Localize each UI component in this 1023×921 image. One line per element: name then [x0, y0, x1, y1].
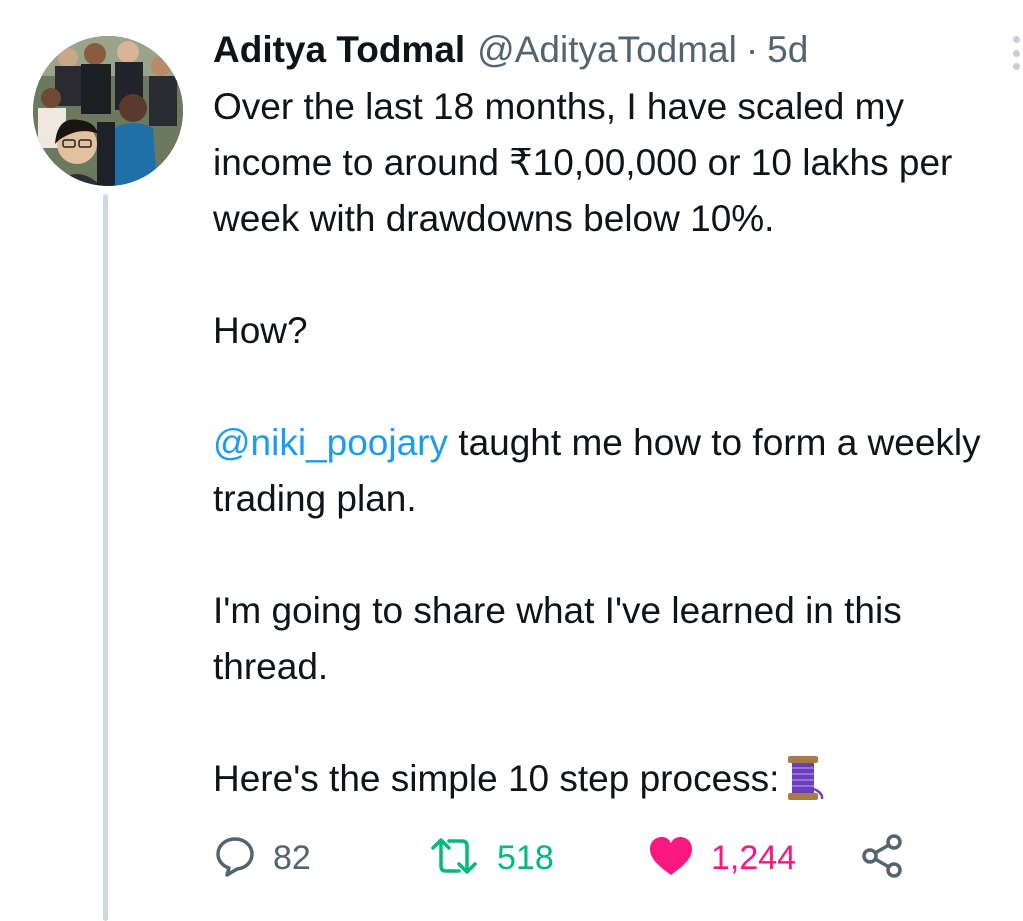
- author-name[interactable]: Aditya Todmal: [213, 24, 465, 76]
- tweet-actions: 82 518 1,244: [213, 828, 1013, 888]
- mention-link[interactable]: @niki_poojary: [213, 422, 448, 463]
- like-count: 1,244: [711, 838, 797, 877]
- reply-button[interactable]: 82: [213, 828, 311, 888]
- author-handle[interactable]: @AdityaTodmal: [477, 24, 737, 76]
- reply-icon: [213, 834, 257, 883]
- tweet-paragraph: How?: [213, 310, 308, 351]
- tweet-paragraph: Here's the simple 10 step process:: [213, 751, 1021, 817]
- tweet-text: Over the last 18 months, I have scaled m…: [213, 79, 1021, 817]
- retweet-button[interactable]: 518: [427, 828, 554, 888]
- tweet-timestamp[interactable]: 5d: [767, 24, 808, 76]
- header-separator: ·: [745, 29, 759, 70]
- like-button[interactable]: 1,244: [647, 828, 796, 888]
- tweet-paragraph: @niki_poojary taught me how to form a we…: [213, 415, 1021, 527]
- tweet-paragraph: Over the last 18 months, I have scaled m…: [213, 86, 953, 239]
- tweet-paragraph: I'm going to share what I've learned in …: [213, 590, 902, 687]
- spool-of-thread-icon: [785, 755, 825, 817]
- share-button[interactable]: [860, 828, 906, 888]
- retweet-count: 518: [497, 838, 554, 877]
- author-avatar[interactable]: [33, 36, 183, 186]
- retweet-icon: [427, 834, 481, 883]
- reply-count: 82: [273, 838, 311, 877]
- more-options-icon[interactable]: [1010, 36, 1023, 70]
- thread-connector-line: [103, 194, 108, 921]
- tweet-header: Aditya Todmal @AdityaTodmal · 5d: [213, 24, 808, 76]
- share-icon: [860, 833, 906, 884]
- heart-icon: [647, 834, 695, 883]
- tweet-paragraph-text: Here's the simple 10 step process:: [213, 758, 780, 799]
